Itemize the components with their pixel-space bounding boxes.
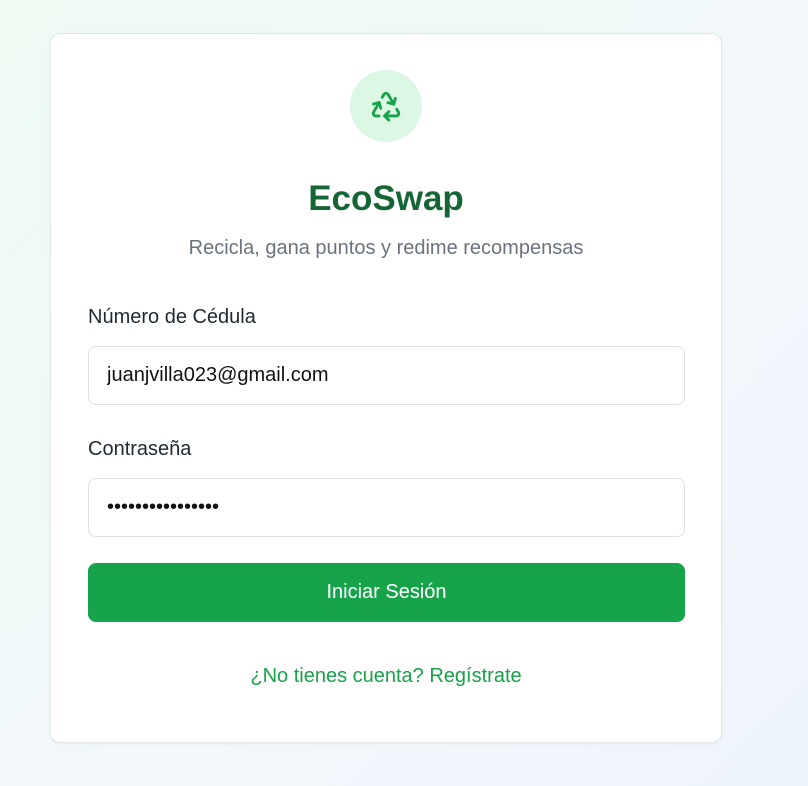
app-subtitle: Recicla, gana puntos y redime recompensa… [188, 237, 584, 259]
cedula-input[interactable] [88, 346, 685, 405]
logo-badge [350, 70, 422, 142]
cedula-label: Número de Cédula [88, 306, 256, 328]
register-link[interactable]: ¿No tienes cuenta? Regístrate [51, 664, 721, 688]
password-input[interactable] [88, 478, 685, 537]
password-label: Contraseña [88, 438, 192, 460]
login-button[interactable]: Iniciar Sesión [88, 563, 685, 622]
login-card: EcoSwap Recicla, gana puntos y redime re… [50, 33, 722, 743]
recycle-icon [371, 91, 401, 122]
app-title: EcoSwap [308, 179, 464, 218]
